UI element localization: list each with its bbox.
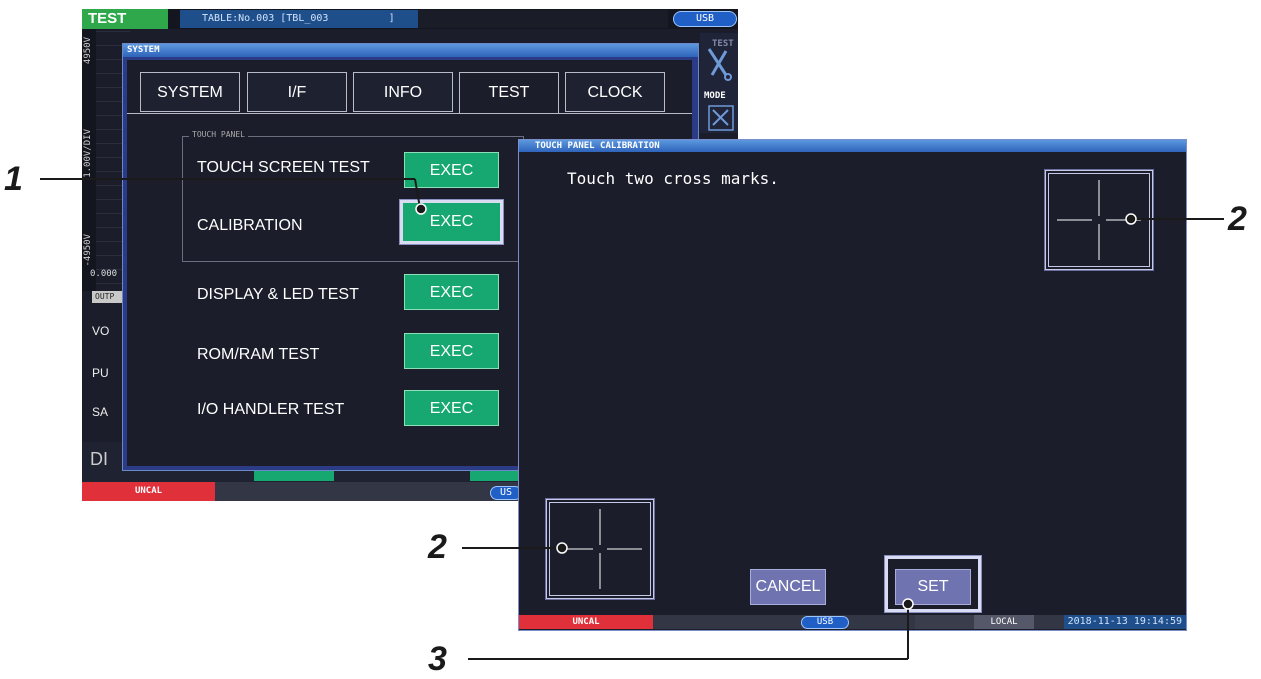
callout-3-leader: [468, 598, 914, 660]
callout-2-right: 2: [1228, 200, 1247, 238]
callout-3: 3: [428, 640, 447, 678]
callout-1-leader: [40, 178, 427, 215]
callout-1: 1: [4, 160, 23, 198]
callout-2-left-leader: [462, 542, 568, 554]
callout-2-right-leader: [1125, 213, 1224, 225]
callout-lines: [40, 178, 1224, 660]
callout-2-left: 2: [428, 528, 447, 566]
